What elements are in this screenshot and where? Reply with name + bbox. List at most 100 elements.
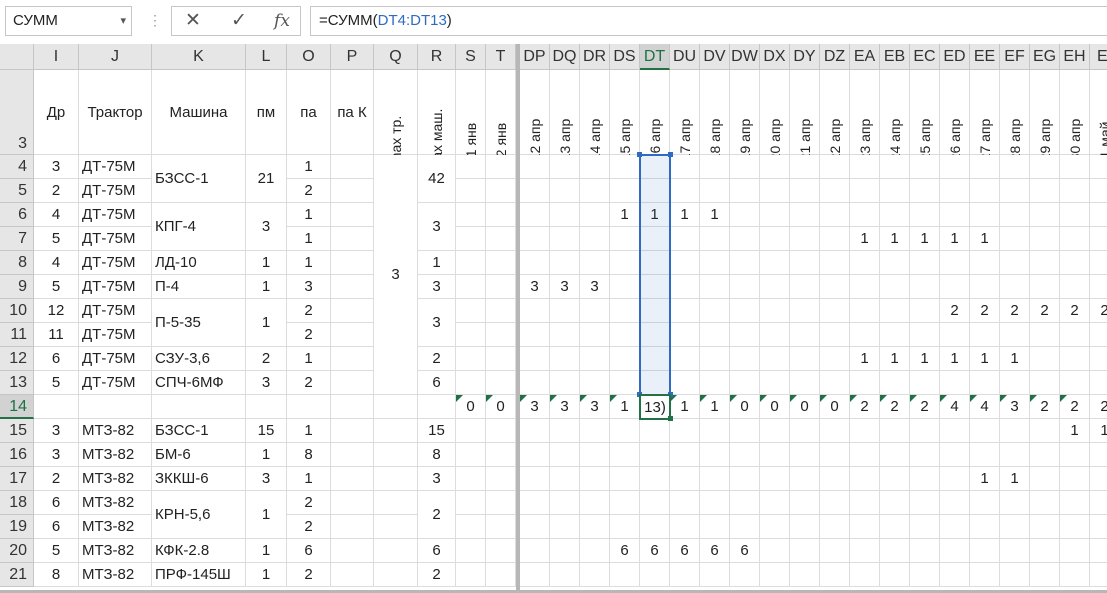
column-header-q[interactable]: Q	[374, 44, 418, 70]
cell-dt17[interactable]	[640, 467, 670, 491]
cell-eh8[interactable]	[1060, 251, 1090, 275]
cell-dp9[interactable]: 3	[520, 275, 550, 299]
cell-dz6[interactable]	[820, 203, 850, 227]
cell-ee11[interactable]	[970, 323, 1000, 347]
cell-ef17[interactable]: 1	[1000, 467, 1030, 491]
cell-p19[interactable]	[331, 515, 374, 539]
row-header-21[interactable]: 21	[0, 563, 34, 587]
cell-s4[interactable]	[456, 155, 486, 179]
cell-ec4[interactable]	[910, 155, 940, 179]
cell-dp16[interactable]	[520, 443, 550, 467]
drag-handle-icon[interactable]: ⋮	[148, 12, 162, 29]
cell-eh17[interactable]	[1060, 467, 1090, 491]
cell-dp14[interactable]: 3	[520, 395, 550, 419]
cell-eb16[interactable]	[880, 443, 910, 467]
cell-dq12[interactable]	[550, 347, 580, 371]
cell-ef16[interactable]	[1000, 443, 1030, 467]
row-header-4[interactable]: 4	[0, 155, 34, 179]
cell-dy10[interactable]	[790, 299, 820, 323]
cell-j11[interactable]: ДТ-75М	[79, 323, 152, 347]
header-cell-ed[interactable]: 26 апр	[940, 70, 970, 161]
cell-dq5[interactable]	[550, 179, 580, 203]
cell-j8[interactable]: ДТ-75М	[79, 251, 152, 275]
merged-cell-r[interactable]: 2	[418, 491, 456, 539]
column-header-o[interactable]: O	[287, 44, 331, 70]
header-cell-dz[interactable]: 22 апр	[820, 70, 850, 161]
column-header-ec[interactable]: EC	[910, 44, 940, 70]
cell-du9[interactable]	[670, 275, 700, 299]
cell-ei19[interactable]	[1090, 515, 1107, 539]
cell-ee16[interactable]	[970, 443, 1000, 467]
column-header-ea[interactable]: EA	[850, 44, 880, 70]
cell-p9[interactable]	[331, 275, 374, 299]
cell-q18[interactable]	[374, 491, 418, 515]
cell-ei8[interactable]	[1090, 251, 1107, 275]
cell-dz14[interactable]: 0	[820, 395, 850, 419]
cell-ef6[interactable]	[1000, 203, 1030, 227]
cell-q20[interactable]	[374, 539, 418, 563]
cell-eg5[interactable]	[1030, 179, 1060, 203]
cell-ee6[interactable]	[970, 203, 1000, 227]
cell-du10[interactable]	[670, 299, 700, 323]
cell-dx16[interactable]	[760, 443, 790, 467]
cell-ei18[interactable]	[1090, 491, 1107, 515]
cell-ei7[interactable]	[1090, 227, 1107, 251]
cell-dz16[interactable]	[820, 443, 850, 467]
cell-dp6[interactable]	[520, 203, 550, 227]
header-cell-l[interactable]: пм	[246, 70, 287, 155]
header-cell-dw[interactable]: 19 апр	[730, 70, 760, 161]
cell-ds20[interactable]: 6	[610, 539, 640, 563]
cell-ec19[interactable]	[910, 515, 940, 539]
cell-p14[interactable]	[331, 395, 374, 419]
cell-eh6[interactable]	[1060, 203, 1090, 227]
row-header-19[interactable]: 19	[0, 515, 34, 539]
cell-i5[interactable]: 2	[34, 179, 79, 203]
column-header-ed[interactable]: ED	[940, 44, 970, 70]
cell-ea11[interactable]	[850, 323, 880, 347]
cell-ee15[interactable]	[970, 419, 1000, 443]
cell-o12[interactable]: 1	[287, 347, 331, 371]
cell-ea18[interactable]	[850, 491, 880, 515]
cell-dy9[interactable]	[790, 275, 820, 299]
cell-du17[interactable]	[670, 467, 700, 491]
cell-s7[interactable]	[456, 227, 486, 251]
close-icon[interactable]: ✕	[178, 7, 208, 35]
cell-dx7[interactable]	[760, 227, 790, 251]
header-cell-dp[interactable]: 12 апр	[520, 70, 550, 161]
cell-ef10[interactable]: 2	[1000, 299, 1030, 323]
cell-dy12[interactable]	[790, 347, 820, 371]
cell-i10[interactable]: 12	[34, 299, 79, 323]
merged-cell-r[interactable]: 3	[418, 299, 456, 347]
header-cell-ds[interactable]: 15 апр	[610, 70, 640, 161]
cell-o17[interactable]: 1	[287, 467, 331, 491]
merged-cell-l[interactable]: 21	[246, 155, 287, 203]
cell-dp21[interactable]	[520, 563, 550, 587]
cell-l21[interactable]: 1	[246, 563, 287, 587]
cell-dp8[interactable]	[520, 251, 550, 275]
cell-eb19[interactable]	[880, 515, 910, 539]
header-cell-eb[interactable]: 24 апр	[880, 70, 910, 161]
cell-eb14[interactable]: 2	[880, 395, 910, 419]
cell-dy15[interactable]	[790, 419, 820, 443]
cell-dz11[interactable]	[820, 323, 850, 347]
cell-dw10[interactable]	[730, 299, 760, 323]
cell-i12[interactable]: 6	[34, 347, 79, 371]
merged-cell-r[interactable]: 3	[418, 203, 456, 251]
cell-ei6[interactable]	[1090, 203, 1107, 227]
cell-ei21[interactable]	[1090, 563, 1107, 587]
row-header-17[interactable]: 17	[0, 467, 34, 491]
cell-s21[interactable]	[456, 563, 486, 587]
cell-dy16[interactable]	[790, 443, 820, 467]
header-cell-dv[interactable]: 18 апр	[700, 70, 730, 161]
cell-r14[interactable]	[418, 395, 456, 419]
row-header-20[interactable]: 20	[0, 539, 34, 563]
cell-dq4[interactable]	[550, 155, 580, 179]
cell-dy17[interactable]	[790, 467, 820, 491]
cell-dp4[interactable]	[520, 155, 550, 179]
cell-dp17[interactable]	[520, 467, 550, 491]
column-header-dz[interactable]: DZ	[820, 44, 850, 70]
cell-ea9[interactable]	[850, 275, 880, 299]
cell-eb20[interactable]	[880, 539, 910, 563]
merged-cell-k[interactable]: КПГ-4	[152, 203, 246, 251]
cell-dr17[interactable]	[580, 467, 610, 491]
